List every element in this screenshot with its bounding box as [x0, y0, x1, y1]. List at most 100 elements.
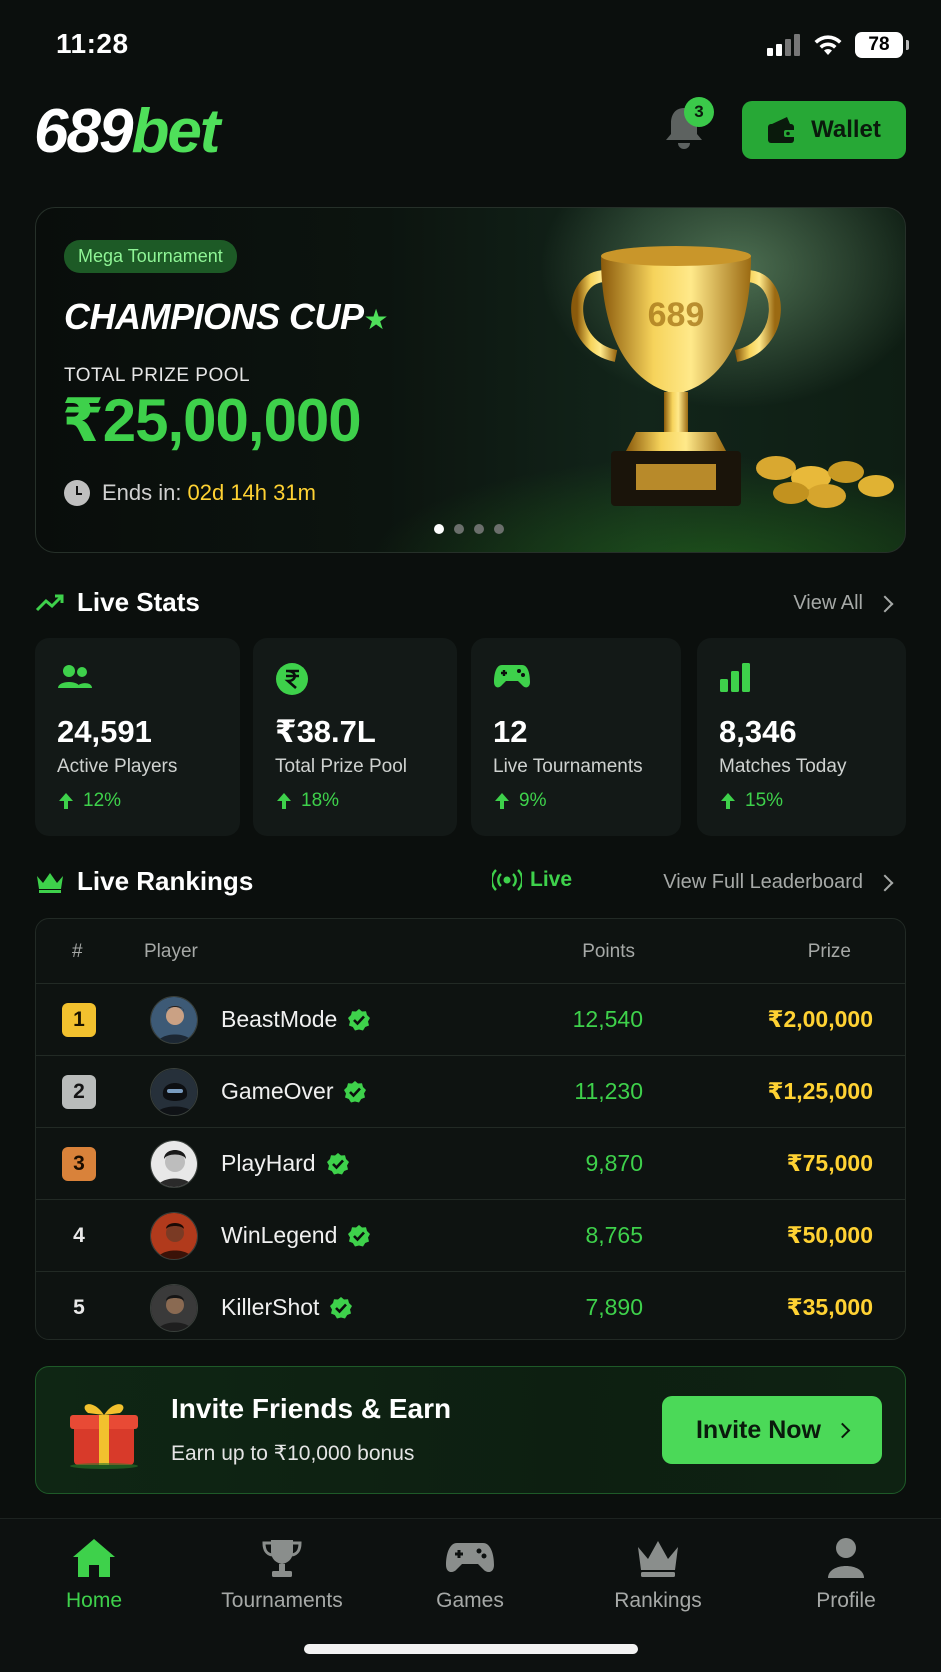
stat-label: Matches Today	[719, 756, 847, 777]
stat-label: Active Players	[57, 756, 178, 777]
col-rank: #	[72, 941, 83, 962]
player-name-text: KillerShot	[221, 1294, 320, 1320]
stat-label: Total Prize Pool	[275, 756, 408, 777]
signal-icon	[767, 34, 800, 56]
prize-pool-label: TOTAL PRIZE POOL	[64, 365, 251, 386]
view-all-link[interactable]: View All	[793, 592, 894, 615]
trending-up-icon	[35, 594, 64, 611]
countdown-label: Ends in:	[102, 480, 182, 505]
table-row[interactable]: 4 WinLegend 8,765 ₹50,000	[36, 1199, 905, 1271]
carousel-dots[interactable]	[434, 524, 504, 534]
nav-rankings[interactable]: Rankings	[588, 1537, 728, 1613]
carousel-dot[interactable]	[434, 524, 444, 534]
verified-badge-icon	[344, 1080, 367, 1102]
live-indicator: Live	[492, 868, 572, 892]
player-prize: ₹75,000	[786, 1150, 873, 1176]
invite-title: Invite Friends & Earn	[171, 1393, 452, 1424]
leaderboard-table: # Player Points Prize 1 BeastMode 12,540…	[35, 918, 906, 1340]
stat-change: 12%	[57, 790, 121, 812]
stat-value: 24,591	[57, 714, 152, 749]
carousel-dot[interactable]	[454, 524, 464, 534]
verified-badge-icon	[348, 1008, 371, 1030]
invite-now-button[interactable]: Invite Now	[662, 1396, 882, 1464]
star-icon: ★	[363, 304, 389, 335]
avatar	[150, 1140, 198, 1188]
rank-badge: 1	[62, 1003, 96, 1037]
avatar	[150, 1212, 198, 1260]
view-all-label: View All	[793, 592, 863, 614]
rank-badge: 3	[62, 1147, 96, 1181]
player-name: WinLegend	[221, 1222, 371, 1249]
broadcast-icon	[492, 869, 522, 891]
player-name: GameOver	[221, 1078, 367, 1105]
invite-subtitle: Earn up to ₹10,000 bonus	[171, 1442, 415, 1465]
nav-home-label: Home	[65, 1589, 123, 1612]
avatar-image	[151, 997, 197, 1043]
prize-pool-value: ₹25,00,000	[62, 387, 362, 454]
svg-text:689: 689	[648, 296, 705, 334]
nav-profile-label: Profile	[816, 1589, 876, 1612]
countdown-value: 02d 14h 31m	[187, 480, 316, 505]
table-row[interactable]: 3 PlayHard 9,870 ₹75,000	[36, 1127, 905, 1199]
users-icon	[58, 665, 92, 688]
stat-change: 15%	[719, 790, 783, 812]
player-points: 7,890	[585, 1294, 643, 1320]
invite-banner: Invite Friends & Earn Earn up to ₹10,000…	[35, 1366, 906, 1494]
stat-card-live-tournaments[interactable]: 12 Live Tournaments 9%	[471, 638, 681, 836]
clock-icon	[64, 480, 90, 506]
notification-badge: 3	[684, 97, 714, 127]
player-points: 9,870	[585, 1150, 643, 1176]
player-points: 11,230	[574, 1078, 643, 1104]
wallet-button[interactable]: Wallet	[742, 101, 906, 159]
player-name-text: GameOver	[221, 1078, 334, 1104]
arrow-up-icon	[495, 793, 509, 809]
view-full-leaderboard-link[interactable]: View Full Leaderboard	[663, 871, 894, 894]
logo-main-text: 689	[34, 97, 133, 166]
player-points: 12,540	[572, 1006, 643, 1032]
trophy-icon	[262, 1540, 302, 1577]
home-icon	[73, 1539, 115, 1577]
nav-home[interactable]: Home	[24, 1537, 164, 1613]
brand-logo[interactable]: 689bet	[34, 96, 220, 167]
stat-label: Live Tournaments	[493, 756, 643, 777]
nav-profile[interactable]: Profile	[776, 1537, 916, 1613]
stat-change-value: 15%	[745, 790, 784, 811]
table-row[interactable]: 5 KillerShot 7,890 ₹35,000	[36, 1271, 905, 1343]
verified-badge-icon	[348, 1224, 371, 1246]
hero-banner[interactable]: Mega Tournament CHAMPIONS CUP★ TOTAL PRI…	[35, 207, 906, 553]
player-prize: ₹50,000	[786, 1222, 873, 1248]
rank-number: 4	[73, 1224, 85, 1247]
col-prize: Prize	[807, 941, 851, 962]
arrow-up-icon	[721, 793, 735, 809]
avatar-image	[151, 1213, 197, 1259]
chevron-right-icon	[876, 595, 894, 612]
chevron-right-icon	[876, 874, 894, 891]
carousel-dot[interactable]	[474, 524, 484, 534]
player-name-text: BeastMode	[221, 1006, 338, 1032]
crown-icon	[37, 872, 63, 893]
stat-card-matches-today[interactable]: 8,346 Matches Today 15%	[697, 638, 906, 836]
player-name: BeastMode	[221, 1006, 371, 1033]
user-icon	[828, 1538, 864, 1578]
countdown: Ends in: 02d 14h 31m	[64, 480, 316, 506]
status-time: 11:28	[56, 28, 129, 59]
crown-icon	[638, 1541, 678, 1577]
stat-card-total-prize-pool[interactable]: ₹38.7L Total Prize Pool 18%	[253, 638, 457, 836]
home-indicator[interactable]	[304, 1644, 638, 1654]
chevron-right-icon	[834, 1422, 851, 1438]
wifi-icon	[814, 35, 842, 55]
hero-title: CHAMPIONS CUP★	[64, 296, 389, 338]
table-row[interactable]: 1 BeastMode 12,540 ₹2,00,000	[36, 983, 905, 1055]
live-label: Live	[530, 868, 573, 891]
wallet-icon	[768, 117, 797, 143]
stat-change: 18%	[275, 790, 339, 812]
nav-games[interactable]: Games	[400, 1537, 540, 1613]
table-row[interactable]: 2 GameOver 11,230 ₹1,25,000	[36, 1055, 905, 1127]
nav-tournaments[interactable]: Tournaments	[212, 1537, 352, 1613]
carousel-dot[interactable]	[494, 524, 504, 534]
player-points: 8,765	[585, 1222, 643, 1248]
stat-change-value: 9%	[519, 790, 547, 811]
stat-card-active-players[interactable]: 24,591 Active Players 12%	[35, 638, 240, 836]
battery-indicator: 78	[855, 32, 909, 58]
player-name-text: WinLegend	[221, 1222, 338, 1248]
